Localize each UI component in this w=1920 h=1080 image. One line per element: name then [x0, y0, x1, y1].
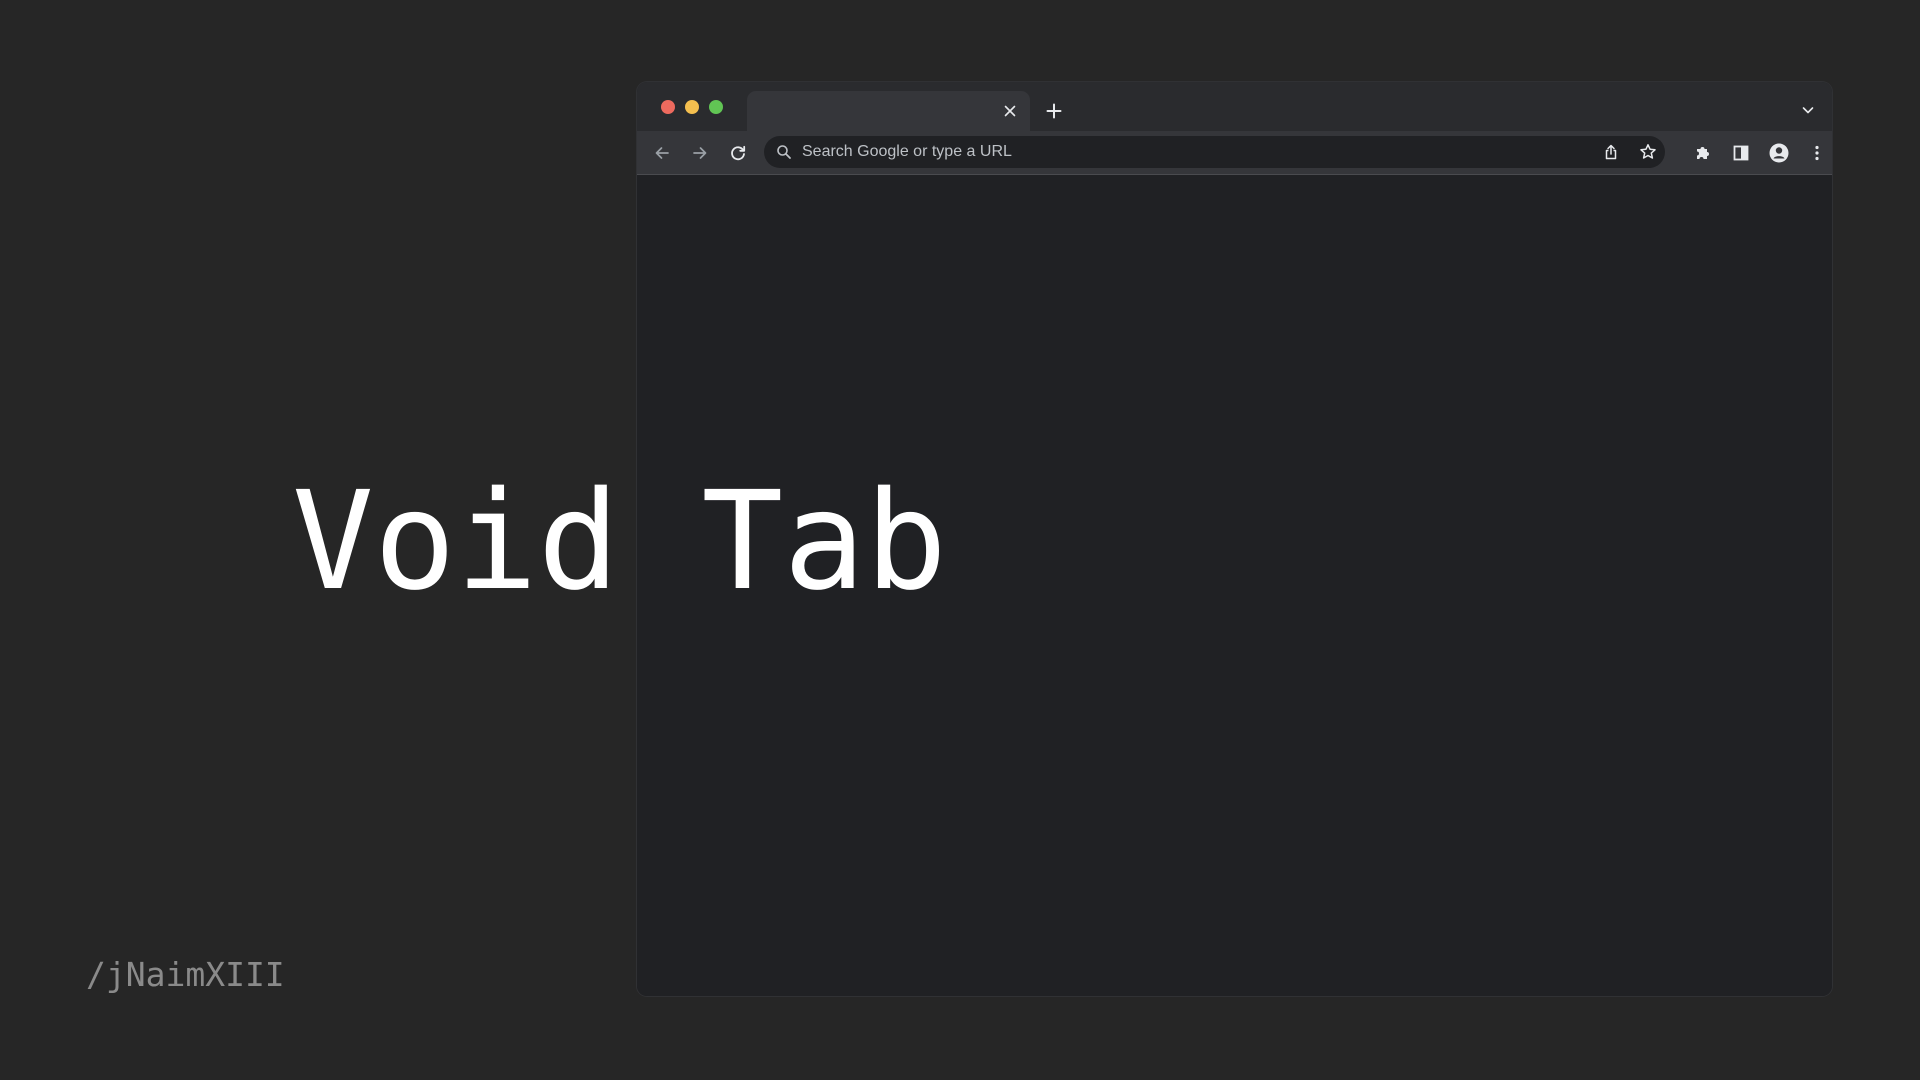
side-panel-button[interactable]	[1729, 141, 1753, 165]
author-handle: /jNaimXIII	[86, 955, 285, 994]
new-tab-button[interactable]	[1043, 100, 1065, 122]
back-button[interactable]	[650, 141, 674, 165]
stage: Void Tab /jNaimXIII	[0, 0, 1920, 1080]
forward-arrow-icon	[691, 144, 709, 162]
side-panel-icon	[1732, 144, 1750, 162]
search-icon	[776, 144, 792, 160]
omnibox-input[interactable]	[802, 136, 1562, 168]
omnibox[interactable]	[764, 136, 1665, 168]
plus-icon	[1046, 103, 1062, 119]
extensions-button[interactable]	[1691, 141, 1715, 165]
tab-strip	[637, 82, 1832, 131]
zoom-window-button[interactable]	[709, 100, 723, 114]
bookmark-button[interactable]	[1636, 140, 1660, 164]
profile-button[interactable]	[1767, 141, 1791, 165]
minimize-window-button[interactable]	[685, 100, 699, 114]
extensions-puzzle-icon	[1694, 144, 1712, 162]
chevron-down-icon	[1801, 103, 1815, 117]
close-window-button[interactable]	[661, 100, 675, 114]
tab-search-button[interactable]	[1798, 100, 1818, 120]
headline-title: Void Tab	[292, 463, 948, 621]
profile-icon	[1769, 143, 1789, 163]
back-arrow-icon	[653, 144, 671, 162]
forward-button[interactable]	[688, 141, 712, 165]
share-button[interactable]	[1599, 140, 1623, 164]
toolbar	[637, 131, 1832, 175]
star-icon	[1639, 143, 1657, 161]
tab-close-button[interactable]	[1000, 101, 1020, 121]
close-icon	[1004, 105, 1016, 117]
tab-active[interactable]	[747, 91, 1030, 131]
menu-button[interactable]	[1805, 141, 1829, 165]
share-icon	[1602, 143, 1620, 161]
more-vert-icon	[1808, 144, 1826, 162]
reload-icon	[729, 144, 747, 162]
reload-button[interactable]	[726, 141, 750, 165]
